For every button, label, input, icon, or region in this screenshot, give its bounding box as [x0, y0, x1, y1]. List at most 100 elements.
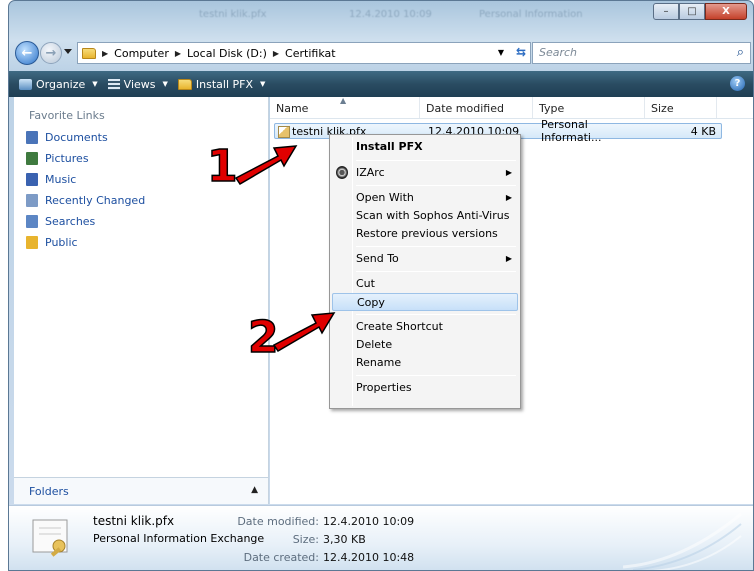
organize-label: Organize — [36, 77, 86, 91]
searches-icon — [26, 215, 38, 228]
decorative-swoosh — [623, 512, 742, 570]
minimize-button[interactable]: – — [653, 3, 679, 20]
detail-modified-label: Date modified: — [237, 515, 319, 528]
documents-icon — [26, 131, 38, 144]
certificate-large-icon — [32, 519, 68, 557]
annotation-arrow-1 — [234, 145, 298, 186]
music-icon — [26, 173, 38, 186]
column-date-modified[interactable]: Date modified — [420, 97, 533, 118]
annotation-arrow-2 — [272, 312, 336, 353]
help-icon[interactable]: ? — [730, 76, 745, 91]
forward-button[interactable]: → — [40, 42, 62, 64]
address-bar[interactable]: ▶ Computer ▶ Local Disk (D:) ▶ Certifika… — [77, 42, 531, 64]
address-row: ← → ▶ Computer ▶ Local Disk (D:) ▶ Certi… — [9, 37, 753, 67]
folder-icon — [82, 47, 96, 59]
sidebar-item-recently-changed[interactable]: Recently Changed — [14, 190, 268, 211]
close-button[interactable]: X — [705, 3, 747, 20]
detail-file-name: testni klik.pfx — [93, 514, 175, 528]
crumb-computer[interactable]: Computer — [114, 47, 169, 60]
sort-ascending-icon: ▲ — [340, 96, 347, 105]
menu-separator — [356, 246, 516, 247]
chevron-down-icon: ▼ — [260, 80, 266, 88]
context-menu: Install PFX IZArc ▶ Open With ▶ Scan wit… — [329, 134, 521, 409]
menu-item-label: IZArc — [356, 166, 385, 179]
sidebar-item-label: Documents — [45, 131, 108, 144]
menu-separator — [356, 375, 516, 376]
chevron-down-icon: ▼ — [92, 80, 98, 88]
certificate-file-icon — [278, 125, 290, 138]
menu-item-restore-versions[interactable]: Restore previous versions — [332, 225, 518, 243]
column-type[interactable]: Type — [533, 97, 645, 118]
chevron-up-icon[interactable]: ▲ — [251, 485, 258, 495]
menu-item-izarc[interactable]: IZArc ▶ — [332, 164, 518, 182]
detail-created-label: Date created: — [243, 551, 319, 564]
menu-item-copy[interactable]: Copy — [332, 293, 518, 311]
search-icon[interactable]: ⌕ — [737, 45, 744, 60]
menu-item-delete[interactable]: Delete — [332, 336, 518, 354]
command-bar: Organize ▼ Views ▼ Install PFX ▼ ? — [9, 71, 753, 97]
install-pfx-label: Install PFX — [195, 77, 254, 91]
menu-item-cut[interactable]: Cut — [332, 275, 518, 293]
breadcrumb: ▶ Computer ▶ Local Disk (D:) ▶ Certifika… — [82, 47, 336, 60]
menu-item-label: Open With — [356, 191, 414, 204]
pictures-icon — [26, 152, 38, 165]
recently-changed-icon — [26, 194, 38, 207]
details-pane: testni klik.pfx Personal Information Exc… — [9, 505, 753, 570]
menu-item-send-to[interactable]: Send To ▶ — [332, 250, 518, 268]
file-size: 4 KB — [690, 124, 716, 138]
views-button[interactable]: Views ▼ — [107, 77, 168, 91]
sidebar-item-label: Pictures — [45, 152, 89, 165]
folders-label: Folders — [29, 484, 69, 498]
menu-item-open-with[interactable]: Open With ▶ — [332, 189, 518, 207]
folder-icon — [177, 78, 192, 90]
favorite-links-header: Favorite Links — [29, 109, 105, 122]
sidebar-item-label: Searches — [45, 215, 96, 228]
recent-pages-dropdown-icon[interactable] — [64, 49, 72, 54]
submenu-arrow-icon: ▶ — [505, 168, 512, 177]
menu-item-properties[interactable]: Properties — [332, 379, 518, 397]
title-bar[interactable]: testni klik.pfx 12.4.2010 10:09 Personal… — [9, 1, 753, 31]
sidebar-item-public[interactable]: Public — [14, 232, 268, 253]
chevron-right-icon[interactable]: ▶ — [175, 49, 181, 58]
search-input[interactable]: Search ⌕ — [532, 42, 751, 64]
views-label: Views — [123, 77, 156, 91]
menu-separator — [356, 271, 516, 272]
column-size[interactable]: Size — [645, 97, 717, 118]
menu-separator — [356, 185, 516, 186]
public-folder-icon — [26, 236, 38, 249]
address-dropdown-icon[interactable]: ▼ — [498, 48, 504, 57]
sidebar-item-label: Recently Changed — [45, 194, 146, 207]
blurred-title-1: testni klik.pfx — [199, 9, 267, 20]
menu-item-scan-sophos[interactable]: Scan with Sophos Anti-Virus — [332, 207, 518, 225]
refresh-icon[interactable]: ⇆ — [516, 45, 526, 59]
install-pfx-button[interactable]: Install PFX ▼ — [177, 77, 266, 91]
crumb-certifikat[interactable]: Certifikat — [285, 47, 336, 60]
folders-toggle[interactable]: Folders ▲ — [14, 477, 268, 504]
menu-item-create-shortcut[interactable]: Create Shortcut — [332, 318, 518, 336]
organize-icon — [19, 78, 32, 90]
chevron-right-icon[interactable]: ▶ — [102, 49, 108, 58]
submenu-arrow-icon: ▶ — [505, 254, 512, 263]
sidebar-item-label: Music — [45, 173, 77, 186]
izarc-icon — [336, 166, 348, 179]
file-type: Personal Informati... — [541, 118, 602, 144]
menu-item-rename[interactable]: Rename — [332, 354, 518, 372]
chevron-down-icon: ▼ — [162, 80, 168, 88]
views-icon — [107, 78, 120, 90]
maximize-button[interactable]: □ — [679, 3, 705, 20]
menu-item-label: Send To — [356, 252, 399, 265]
window-controls: – □ X — [653, 3, 747, 20]
menu-item-install-pfx[interactable]: Install PFX — [332, 137, 518, 157]
menu-separator — [356, 160, 516, 161]
column-headers: ▲ Name Date modified Type Size — [270, 96, 753, 119]
sidebar-item-searches[interactable]: Searches — [14, 211, 268, 232]
detail-created-value: 12.4.2010 10:48 — [323, 551, 415, 564]
crumb-local-disk[interactable]: Local Disk (D:) — [187, 47, 267, 60]
organize-button[interactable]: Organize ▼ — [19, 78, 98, 91]
back-button[interactable]: ← — [15, 41, 39, 65]
submenu-arrow-icon: ▶ — [505, 193, 512, 202]
chevron-right-icon[interactable]: ▶ — [273, 49, 279, 58]
detail-size-label: Size: — [292, 533, 319, 546]
blurred-title-3: Personal Information — [479, 9, 583, 20]
detail-size-value: 3,30 KB — [323, 533, 366, 546]
